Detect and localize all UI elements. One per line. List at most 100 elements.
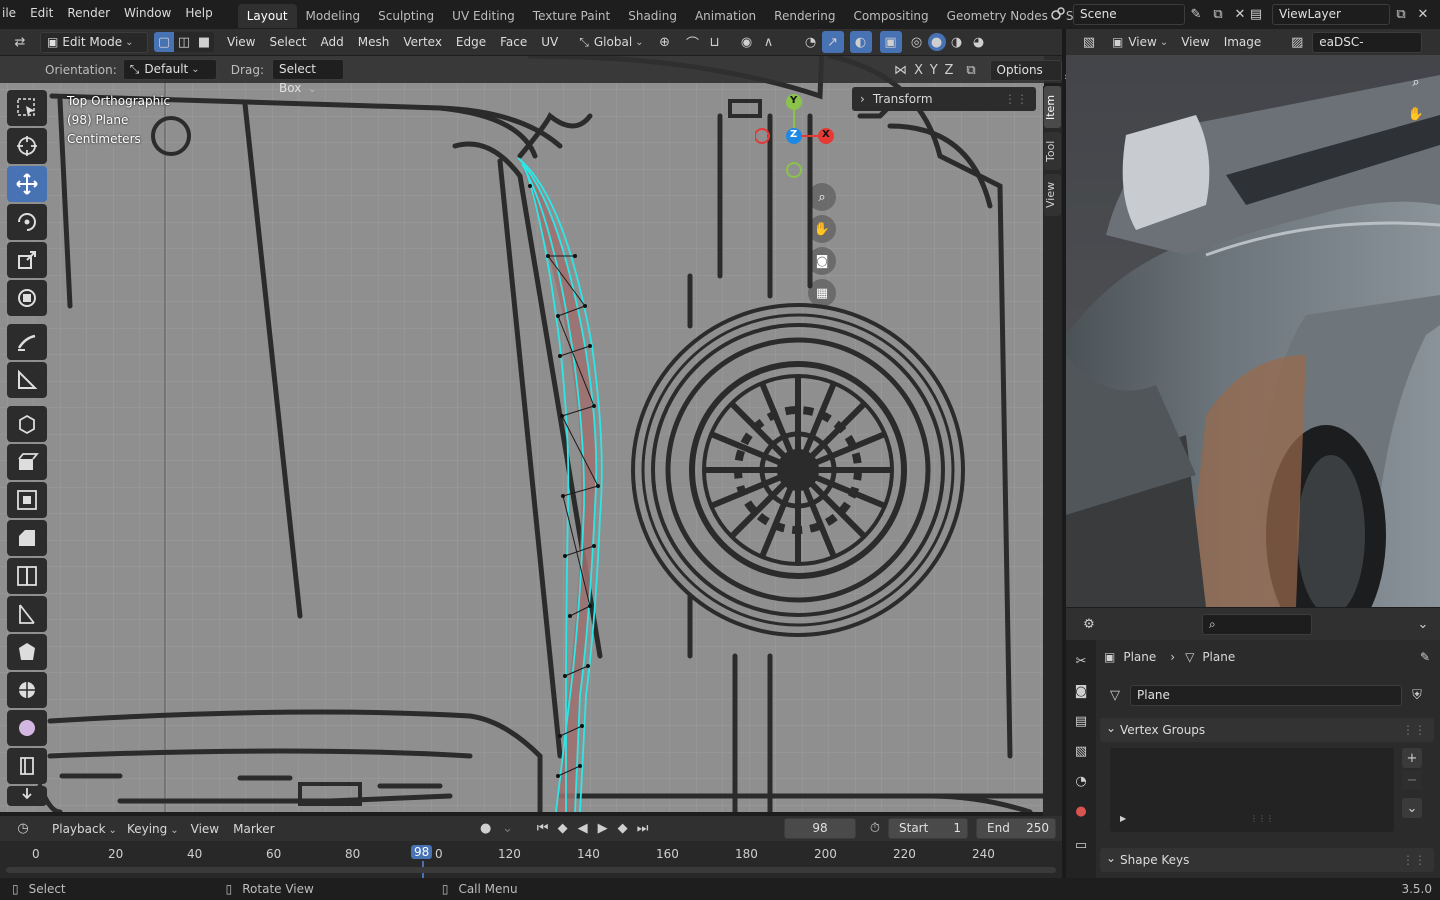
tab-rendering[interactable]: Rendering (765, 4, 844, 28)
timeline-editor-type-icon[interactable]: ◷ (6, 818, 40, 840)
start-frame-field[interactable]: Start 1 (888, 818, 968, 839)
menu-mesh[interactable]: Mesh (351, 29, 397, 55)
orientation-dropdown[interactable]: ⤡ Default (122, 59, 217, 80)
tab-uv-editing[interactable]: UV Editing (443, 4, 524, 28)
pivot-icon[interactable]: ⊕ (654, 31, 676, 53)
view-layer-field[interactable]: ViewLayer (1272, 3, 1390, 25)
annotate-tool[interactable] (7, 324, 47, 360)
knife-tool[interactable] (7, 596, 47, 632)
reference-image[interactable]: ⌕ ✋ (1066, 55, 1440, 607)
collection-properties-icon[interactable]: ▭ (1070, 834, 1092, 856)
image-editor-type-icon[interactable]: ▧ (1072, 31, 1106, 53)
menu-playback[interactable]: Playback (52, 822, 117, 836)
play-reverse-icon[interactable]: ◀ (573, 818, 593, 840)
jump-end-icon[interactable]: ⏭ (633, 818, 653, 840)
properties-search[interactable]: ⌕ (1202, 613, 1312, 635)
mirror-z-toggle[interactable]: Z (941, 59, 956, 81)
shape-keys-panel-header[interactable]: Shape Keys ⋮⋮ (1100, 846, 1434, 872)
tab-modeling[interactable]: Modeling (297, 4, 370, 28)
jump-start-icon[interactable]: ⏮ (533, 818, 553, 840)
menu-help[interactable]: Help (178, 0, 219, 29)
gizmo-toggle-icon[interactable]: ↗ (821, 31, 844, 53)
pin-icon[interactable]: ✎ (1185, 3, 1207, 25)
rendered-shading-icon[interactable]: ◕ (968, 31, 990, 53)
solid-shading-icon[interactable]: ● (927, 33, 946, 51)
menu-edit[interactable]: Edit (23, 0, 60, 29)
timeline-menu-marker[interactable]: Marker (233, 822, 274, 836)
scene-icon[interactable] (1043, 3, 1073, 25)
edge-select-icon[interactable]: ◫ (174, 32, 194, 52)
tab-tool[interactable]: Tool (1044, 132, 1061, 170)
timeline-scrubber[interactable]: 0 20 40 60 80 98 0 120 140 160 180 200 2… (0, 841, 1062, 878)
menu-view[interactable]: View (220, 29, 262, 55)
list-expand-icon[interactable]: ▶ (1120, 814, 1126, 823)
drag-handle-icon[interactable]: ⋮⋮ (1004, 92, 1028, 106)
world-properties-icon[interactable]: ● (1070, 800, 1092, 822)
move-tool[interactable] (7, 166, 47, 202)
tab-shading[interactable]: Shading (619, 4, 686, 28)
proportional-edit-icon[interactable]: ◉ (736, 31, 758, 53)
measure-tool[interactable] (7, 362, 47, 398)
properties-type-icon[interactable]: ⚙ (1072, 613, 1106, 635)
tab-layout[interactable]: Layout (237, 4, 297, 28)
tab-view[interactable]: View (1044, 174, 1061, 216)
panel-drag-icon[interactable]: ⋮⋮ (1402, 848, 1426, 872)
prev-keyframe-icon[interactable]: ◆ (553, 818, 573, 840)
timeline-scrollbar[interactable] (6, 867, 1056, 873)
select-box-tool[interactable] (7, 90, 47, 126)
shrink-fatten-tool[interactable] (7, 786, 47, 806)
add-cube-tool[interactable] (7, 406, 47, 442)
new-view-layer-icon[interactable]: ⧉ (1390, 3, 1412, 25)
tool-properties-icon[interactable]: ✂ (1070, 650, 1092, 672)
options-dropdown[interactable]: Options (989, 59, 1063, 81)
output-properties-icon[interactable]: ▤ (1070, 710, 1092, 732)
menu-vertex[interactable]: Vertex (396, 29, 449, 55)
falloff-icon[interactable]: ∧ (758, 31, 780, 53)
mesh-name-field[interactable]: Plane (1130, 684, 1402, 706)
menu-keying[interactable]: Keying (127, 822, 179, 836)
menu-select[interactable]: Select (262, 29, 313, 55)
edge-slide-tool[interactable] (7, 748, 47, 784)
visibility-icon[interactable]: ◔ (800, 31, 822, 53)
image-zoom-icon[interactable]: ⌕ (1403, 69, 1429, 95)
tab-geometry-nodes[interactable]: Geometry Nodes (938, 4, 1057, 28)
mirror-icon[interactable]: ⋈ (890, 59, 911, 81)
transform-tool[interactable] (7, 280, 47, 316)
properties-options-icon[interactable]: ⌄ (1412, 613, 1434, 635)
extrude-tool[interactable] (7, 444, 47, 480)
transform-panel-header[interactable]: › Transform ⋮⋮ (852, 87, 1036, 111)
scale-tool[interactable] (7, 242, 47, 278)
image-menu-view[interactable]: View (1174, 29, 1216, 55)
tab-compositing[interactable]: Compositing (844, 4, 937, 28)
vertex-groups-list[interactable]: ▶ ⋮⋮⋮ (1110, 748, 1394, 832)
bevel-tool[interactable] (7, 520, 47, 556)
zoom-icon[interactable]: ⌕ (808, 183, 836, 211)
loop-cut-tool[interactable] (7, 558, 47, 594)
inset-tool[interactable] (7, 482, 47, 518)
menu-add[interactable]: Add (314, 29, 351, 55)
render-properties-icon[interactable]: ◙ (1070, 680, 1092, 702)
menu-window[interactable]: Window (117, 0, 178, 29)
current-frame-field[interactable]: 98 (784, 818, 856, 839)
mirror-x-toggle[interactable]: X (911, 59, 926, 81)
snap-icon[interactable]: ⌒ (682, 31, 704, 53)
smooth-tool[interactable] (7, 710, 47, 746)
add-vertex-group-button[interactable]: + (1402, 748, 1422, 768)
cursor-tool[interactable] (7, 128, 47, 164)
mode-dropdown[interactable]: ▣ Edit Mode (40, 31, 148, 53)
mirror-y-toggle[interactable]: Y (926, 59, 941, 81)
vertex-groups-panel-header[interactable]: Vertex Groups ⋮⋮ (1100, 716, 1434, 742)
panel-drag-icon[interactable]: ⋮⋮ (1402, 718, 1426, 742)
tab-item[interactable]: Item (1044, 86, 1061, 128)
vertex-select-icon[interactable]: ▢ (154, 32, 174, 52)
menu-file[interactable]: ile (0, 0, 23, 29)
face-select-icon[interactable]: ■ (194, 32, 214, 52)
camera-icon[interactable]: ◙ (808, 247, 836, 275)
menu-render[interactable]: Render (60, 0, 117, 29)
tab-texture-paint[interactable]: Texture Paint (524, 4, 619, 28)
transform-orientation-dropdown[interactable]: ⤡ Global (579, 35, 643, 50)
snap-target-icon[interactable]: ⊔ (704, 31, 726, 53)
vertex-group-menu-icon[interactable]: ⌄ (1402, 798, 1422, 818)
pan-hand-icon[interactable]: ✋ (808, 215, 836, 243)
menu-face[interactable]: Face (493, 29, 534, 55)
